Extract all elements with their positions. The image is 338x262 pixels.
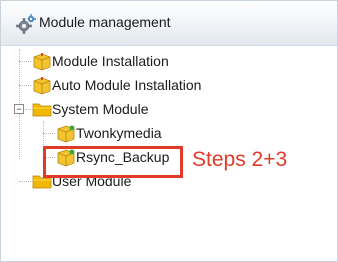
- package-icon: [33, 77, 51, 95]
- tree-item-label: Auto Module Installation: [52, 77, 202, 93]
- tree-item-label: System Module: [52, 101, 149, 117]
- tree-item-system-module[interactable]: System Module: [31, 99, 231, 119]
- panel-title: Module management: [39, 14, 171, 30]
- tree-item-module-installation[interactable]: Module Installation: [31, 51, 231, 71]
- highlight-box: [43, 146, 183, 178]
- folder-icon: [32, 103, 52, 117]
- collapse-toggle-icon[interactable]: −: [14, 104, 24, 114]
- package-icon: [57, 125, 75, 143]
- tree-item-label: Twonkymedia: [76, 125, 162, 141]
- package-icon: [33, 53, 51, 71]
- tree-item-label: Module Installation: [52, 53, 169, 69]
- gear-icon: [16, 14, 36, 34]
- tree-item-twonkymedia[interactable]: Twonkymedia: [55, 123, 205, 143]
- module-management-panel: Module management Module Installation Au…: [0, 0, 338, 262]
- annotation-text: Steps 2+3: [192, 148, 288, 171]
- panel-header: Module management: [1, 1, 337, 46]
- tree-item-auto-module-installation[interactable]: Auto Module Installation: [31, 75, 251, 95]
